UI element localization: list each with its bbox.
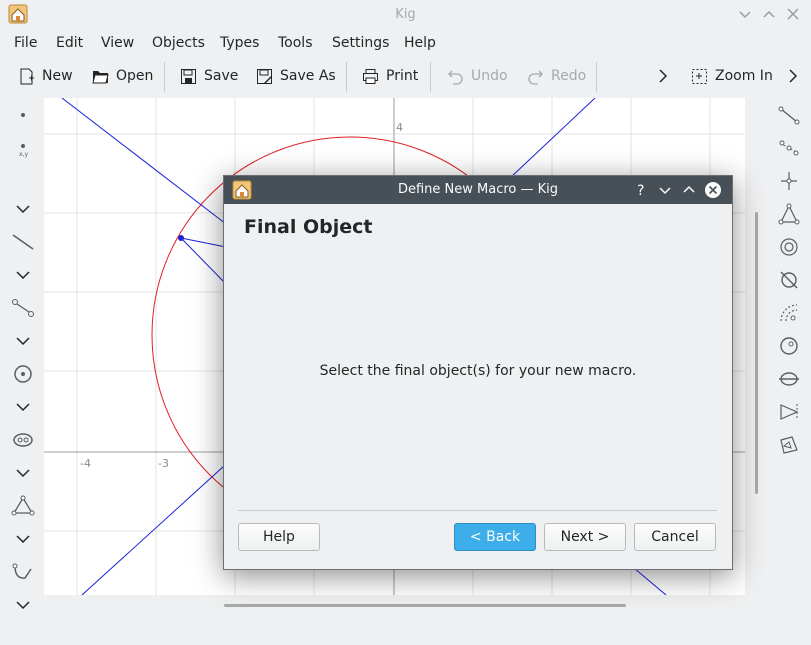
save-button[interactable]: Save xyxy=(180,60,238,92)
horizontal-scrollbar[interactable] xyxy=(224,604,626,607)
new-label: New xyxy=(42,68,73,84)
line-object[interactable] xyxy=(633,567,667,595)
undo-icon xyxy=(448,70,463,85)
maximize-icon[interactable] xyxy=(762,7,776,21)
chevron-down-icon[interactable] xyxy=(11,462,35,484)
print-icon xyxy=(363,68,378,84)
save-as-icon xyxy=(257,68,272,84)
next-button[interactable]: Next > xyxy=(544,523,626,551)
chevron-down-icon[interactable] xyxy=(11,396,35,418)
chevron-down-icon[interactable] xyxy=(11,528,35,550)
redo-button[interactable]: Redo xyxy=(527,60,586,92)
parallel-icon[interactable] xyxy=(778,137,800,159)
window-title: Kig xyxy=(395,7,416,22)
perpendicular-icon[interactable] xyxy=(778,170,800,192)
point-object[interactable] xyxy=(178,235,184,241)
save-label: Save xyxy=(204,68,239,84)
right-tool-panel xyxy=(770,98,811,578)
ray-icon[interactable] xyxy=(778,104,800,126)
window-titlebar: Kig xyxy=(0,0,811,30)
cancel-button[interactable]: Cancel xyxy=(634,523,716,551)
print-label: Print xyxy=(386,68,419,84)
main-toolbar: New Open Save Save As Print Undo Redo Zo… xyxy=(0,60,811,92)
x-tick-label: -4 xyxy=(80,457,91,470)
menu-file[interactable]: File xyxy=(14,35,37,51)
svg-text:x,y: x,y xyxy=(19,151,28,158)
close-icon[interactable] xyxy=(704,181,722,199)
dialog-titlebar: Define New Macro — Kig ? xyxy=(224,176,732,204)
back-button[interactable]: < Back xyxy=(454,523,536,551)
new-button[interactable]: New xyxy=(18,60,73,92)
segment-icon[interactable] xyxy=(11,297,35,319)
mirror-icon[interactable] xyxy=(778,401,800,423)
line-object[interactable] xyxy=(180,237,227,285)
point-xy-icon[interactable]: x,y xyxy=(11,138,35,160)
menu-tools[interactable]: Tools xyxy=(278,35,313,51)
toolbar-separator xyxy=(164,62,165,92)
print-button[interactable]: Print xyxy=(362,60,418,92)
zoom-in-label: Zoom In xyxy=(715,68,773,84)
new-document-icon xyxy=(20,68,34,84)
dialog-heading: Final Object xyxy=(244,216,373,238)
intersection-icon[interactable] xyxy=(778,368,800,390)
dialog-separator xyxy=(238,510,717,511)
define-macro-dialog: Define New Macro — Kig ? Final Object Se… xyxy=(223,175,733,570)
close-icon[interactable] xyxy=(786,7,800,21)
chevron-down-icon[interactable] xyxy=(11,264,35,286)
spiral-icon[interactable] xyxy=(778,236,800,258)
chevron-down-icon[interactable] xyxy=(11,198,35,220)
line-icon[interactable] xyxy=(11,231,35,253)
line-object[interactable] xyxy=(180,237,227,248)
help-button[interactable]: Help xyxy=(238,523,320,551)
menubar: File Edit View Objects Types Tools Setti… xyxy=(0,32,811,54)
dialog-message: Select the final object(s) for your new … xyxy=(319,363,637,379)
menu-edit[interactable]: Edit xyxy=(56,35,83,51)
toolbar-separator xyxy=(430,62,431,92)
menu-settings[interactable]: Settings xyxy=(332,35,389,51)
circle-center-icon[interactable] xyxy=(778,335,800,357)
point-icon[interactable] xyxy=(11,104,35,126)
save-icon xyxy=(181,68,196,84)
redo-label: Redo xyxy=(551,68,587,84)
toolbar-separator xyxy=(596,62,597,92)
menu-objects[interactable]: Objects xyxy=(152,35,205,51)
save-as-label: Save As xyxy=(280,68,336,84)
save-as-button[interactable]: Save As xyxy=(256,60,336,92)
conic-icon[interactable] xyxy=(11,429,35,451)
transform-icon[interactable] xyxy=(778,434,800,456)
maximize-icon[interactable] xyxy=(680,181,698,199)
zoom-in-icon xyxy=(692,68,707,84)
left-object-panel: x,y xyxy=(0,98,46,610)
undo-button[interactable]: Undo xyxy=(447,60,508,92)
folder-open-icon xyxy=(92,70,109,83)
line-object[interactable] xyxy=(61,98,227,225)
open-button[interactable]: Open xyxy=(92,60,153,92)
y-tick-label: 4 xyxy=(396,121,403,134)
redo-icon xyxy=(528,70,543,85)
menu-help[interactable]: Help xyxy=(404,35,436,51)
help-question-icon[interactable]: ? xyxy=(633,181,651,199)
menu-view[interactable]: View xyxy=(101,35,134,51)
circle-by-three-points-icon[interactable] xyxy=(778,269,800,291)
chevron-right-icon[interactable] xyxy=(656,68,670,84)
open-label: Open xyxy=(116,68,154,84)
menu-types[interactable]: Types xyxy=(220,35,259,51)
x-tick-label: -3 xyxy=(158,457,169,470)
undo-label: Undo xyxy=(471,68,508,84)
chevron-down-icon[interactable] xyxy=(11,594,35,616)
zoom-in-button[interactable]: Zoom In xyxy=(691,60,773,92)
vertical-scrollbar[interactable] xyxy=(755,212,758,494)
chevron-down-icon[interactable] xyxy=(11,330,35,352)
circle-icon[interactable] xyxy=(11,363,35,385)
angle-bisector-icon[interactable] xyxy=(778,203,800,225)
minimize-icon[interactable] xyxy=(656,181,674,199)
minimize-icon[interactable] xyxy=(738,7,752,21)
vector-icon[interactable] xyxy=(11,561,35,583)
triangle-icon[interactable] xyxy=(11,495,35,517)
toolbar-separator xyxy=(346,62,347,92)
chevron-right-icon[interactable] xyxy=(786,68,800,84)
svg-text:?: ? xyxy=(637,183,644,199)
arc-icon[interactable] xyxy=(778,302,800,324)
